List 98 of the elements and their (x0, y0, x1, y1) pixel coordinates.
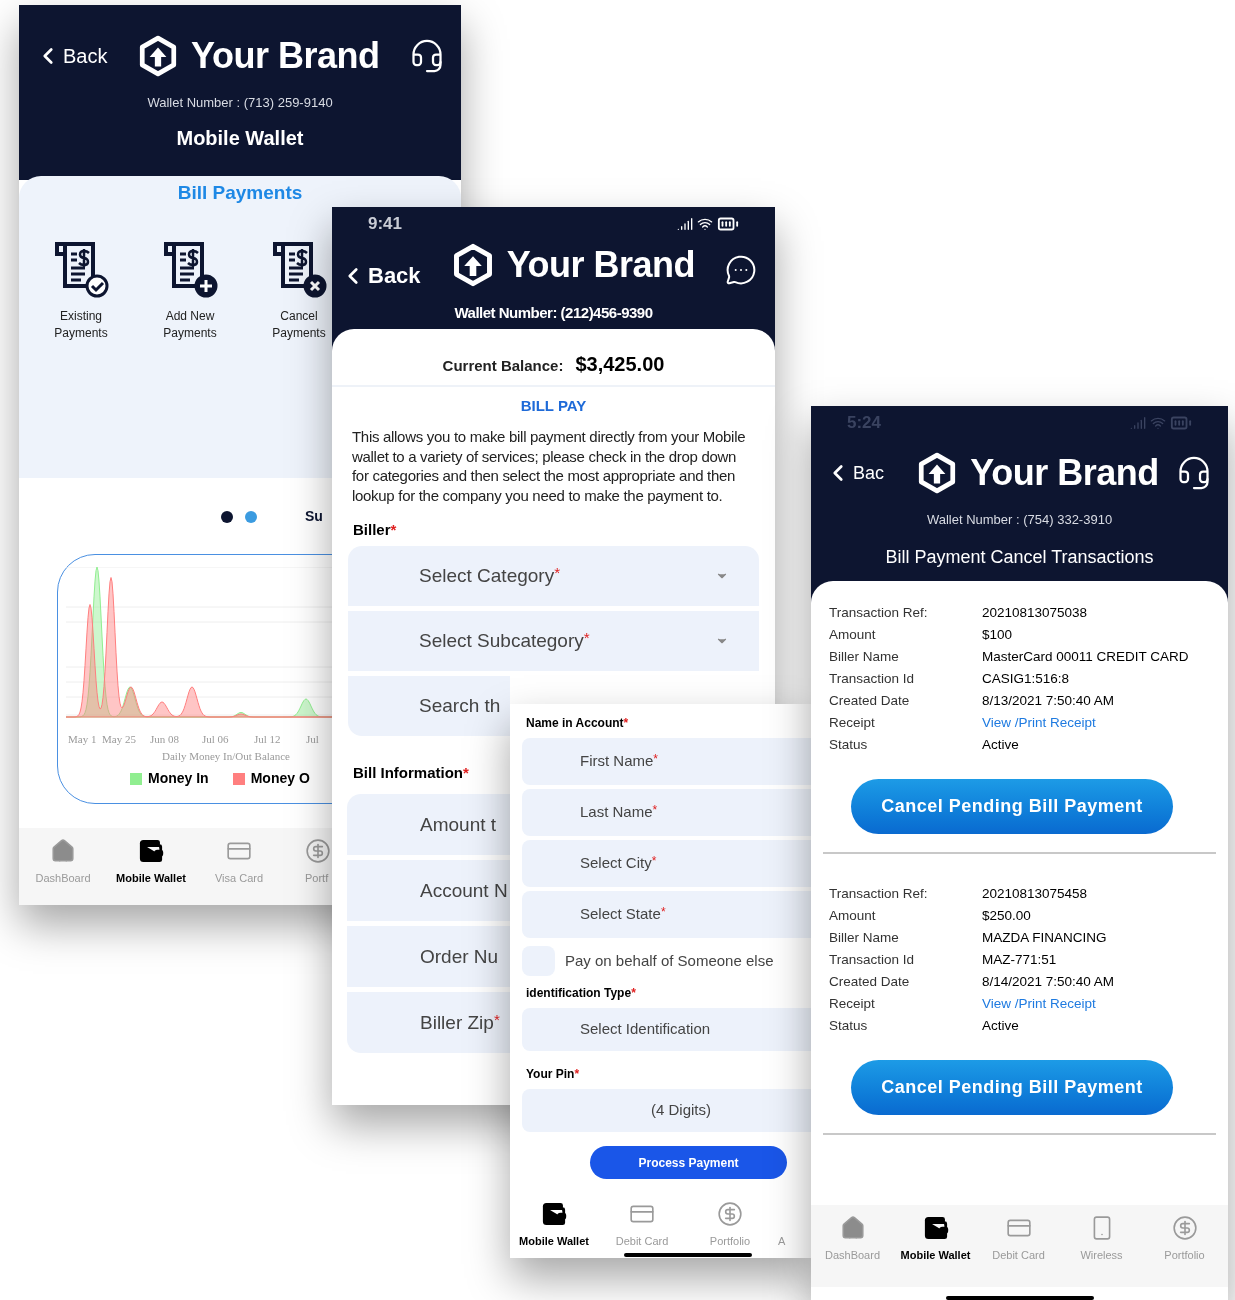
receipt-link[interactable]: View /Print Receipt (982, 994, 1096, 1015)
section-title: BILL PAY (519, 395, 588, 416)
input-field[interactable]: Select City* (522, 840, 811, 887)
detail-value: $250.00 (982, 907, 1031, 926)
input-field[interactable]: Search th (348, 675, 510, 736)
signal-icon (677, 216, 693, 232)
support-agent-icon[interactable] (409, 38, 445, 74)
back-button[interactable]: Back (35, 41, 108, 71)
axis-label: Jul (306, 732, 319, 747)
input-field[interactable]: Select Identification (522, 1008, 811, 1051)
detail-value: 8/13/2021 7:50:40 AM (982, 692, 1115, 711)
tab-icon (541, 1201, 567, 1227)
input-field[interactable]: Amount t (347, 794, 510, 856)
detail-label: Status (829, 736, 869, 755)
detail-label: Receipt (829, 995, 876, 1014)
select-field[interactable]: Select Subcategory* (348, 610, 759, 671)
wifi-icon (1150, 415, 1166, 431)
field-label: Name in Account* (526, 715, 630, 732)
tab-icon (305, 838, 331, 864)
detail-value: CASIG1:516:8 (982, 670, 1070, 689)
wallet-number: Wallet Number : (713) 259-9140 (147, 94, 333, 112)
tab-bar-item[interactable]: Mobile Wallet (510, 1191, 598, 1251)
checkbox-label: Pay on behalf of Someone else (565, 950, 774, 971)
field-label: identification Type* (526, 985, 637, 1002)
balance-amount: $3,425.00 (575, 351, 665, 377)
tab-bar-item[interactable]: Mobile Wallet (894, 1205, 977, 1287)
back-button[interactable]: Bac (825, 459, 899, 487)
detail-label: Receipt (829, 714, 876, 733)
card-heading: Su (305, 507, 323, 526)
cancel-payment-button[interactable]: Cancel Pending Bill Payment (851, 1059, 1173, 1115)
wallet-number: Wallet Number : (754) 332-3910 (925, 511, 1114, 529)
process-payment-button[interactable]: Process Payment (590, 1146, 787, 1179)
field-label: Bill Information* (353, 762, 470, 783)
axis-label: Jun 08 (150, 732, 181, 747)
detail-label: Biller Name (829, 648, 900, 667)
input-field[interactable]: (4 Digits) (522, 1089, 811, 1132)
tab-icon (138, 838, 164, 864)
cancel-payment-button[interactable]: Cancel Pending Bill Payment (851, 778, 1173, 834)
back-button[interactable]: Back (340, 259, 421, 292)
tab-icon (717, 1201, 743, 1227)
detail-label: Transaction Ref: (829, 604, 929, 623)
field-label: Biller* (353, 520, 398, 541)
bill-action-button[interactable]: Add New Payments (159, 237, 221, 342)
input-field[interactable]: Last Name* (522, 789, 811, 836)
detail-label: Amount (829, 907, 877, 926)
brand-name: Your Brand (506, 246, 695, 283)
tab-icon (922, 1215, 949, 1241)
detail-value: MAZDA FINANCING (982, 929, 1107, 948)
field-label: Your Pin* (526, 1066, 581, 1083)
tab-icon (1171, 1215, 1198, 1241)
detail-value: $100 (982, 626, 1013, 645)
axis-label: May 25 (102, 732, 137, 747)
detail-label: Transaction Id (829, 670, 916, 689)
balance-label: Current Balance: (442, 355, 564, 376)
tab-bar-item[interactable]: Mobile Wallet (107, 828, 195, 905)
chat-icon[interactable] (725, 253, 757, 286)
detail-label: Biller Name (829, 929, 900, 948)
select-field[interactable]: Select Category* (348, 545, 759, 606)
detail-label: Created Date (829, 692, 911, 711)
status-time: 9:41 (368, 213, 403, 236)
signal-icon (1130, 415, 1146, 431)
wifi-icon (697, 216, 713, 232)
detail-label: Transaction Ref: (829, 885, 929, 904)
input-field[interactable]: Select State* (522, 891, 811, 938)
section-title: Bill Payments (176, 181, 304, 205)
detail-value: Active (982, 736, 1019, 755)
input-field[interactable]: Account N (347, 860, 510, 922)
description-text: This allows you to make bill payment directly from your Mobile wallet to a variety of services; please check in the drop down for categories and then select the most appropriate and then lookup for the company you need to make the payment to. (351, 427, 747, 506)
input-field[interactable]: Biller Zip* (347, 992, 510, 1054)
detail-value: MasterCard 00011 CREDIT CARD (982, 648, 1189, 667)
detail-value: 20210813075458 (982, 885, 1088, 904)
support-agent-icon[interactable] (1176, 455, 1212, 491)
legend-label: Money In (148, 769, 209, 788)
screen-title: Mobile Wallet (176, 125, 304, 151)
brand-name: Your Brand (970, 455, 1159, 491)
screen-title: Bill Payment Cancel Transactions (884, 545, 1155, 569)
input-field[interactable]: First Name* (522, 738, 811, 785)
detail-label: Status (829, 1017, 869, 1036)
tab-icon (50, 838, 76, 864)
legend-label: Money O (250, 769, 310, 788)
chart-title: Daily Money In/Out Balance (162, 748, 291, 764)
wallet-number: Wallet Number: (212)456-9390 (453, 303, 654, 323)
input-field[interactable]: Order Nu (347, 926, 510, 988)
receipt-link[interactable]: View /Print Receipt (982, 713, 1096, 734)
detail-value: MAZ-771:51 (982, 951, 1057, 970)
axis-label: May 1 (68, 732, 98, 747)
bill-action-button[interactable]: Cancel Payments (268, 237, 330, 342)
detail-label: Transaction Id (829, 951, 916, 970)
axis-label: Jul 12 (254, 732, 282, 747)
axis-label: Jul 06 (202, 732, 230, 747)
brand-name: Your Brand (191, 38, 380, 74)
detail-label: Amount (829, 626, 877, 645)
detail-label: Created Date (829, 973, 911, 992)
tab-icon (839, 1215, 866, 1241)
detail-value: 20210813075038 (982, 604, 1088, 623)
detail-value: Active (982, 1017, 1019, 1036)
detail-value: 8/14/2021 7:50:40 AM (982, 973, 1115, 992)
bill-action-button[interactable]: Existing Payments (50, 237, 112, 342)
